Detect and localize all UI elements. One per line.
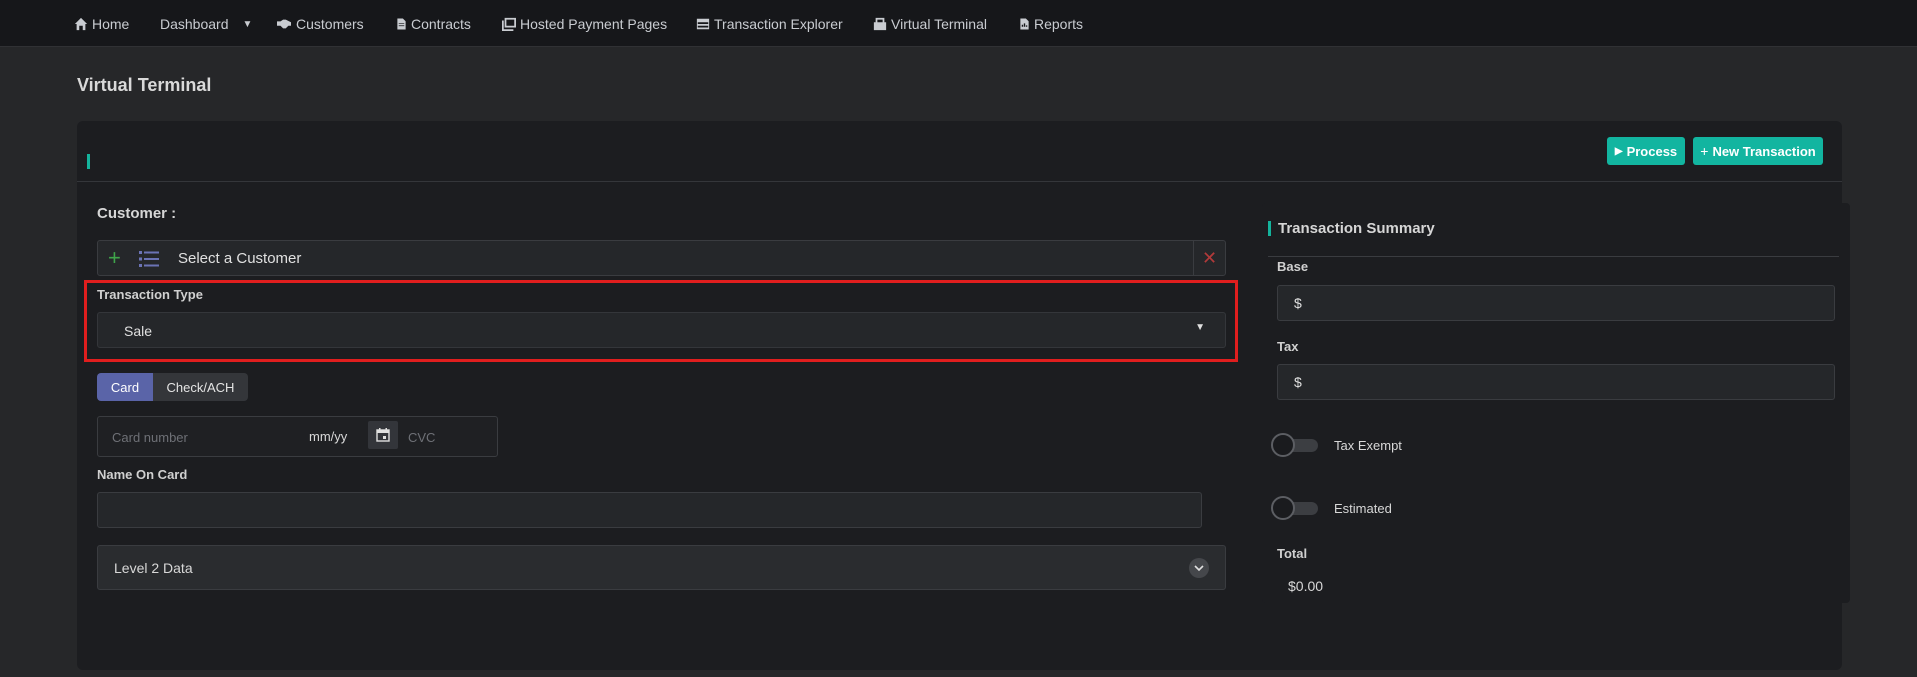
transaction-summary-panel xyxy=(1262,203,1850,603)
nav-home-label: Home xyxy=(92,16,130,32)
tax-label: Tax xyxy=(1277,339,1299,354)
summary-divider xyxy=(1268,256,1839,257)
estimated-label: Estimated xyxy=(1334,501,1392,516)
nav-reports-label: Reports xyxy=(1034,16,1084,32)
customer-label: Customer : xyxy=(97,205,177,222)
pages-icon xyxy=(502,17,516,31)
card-header: ▶ Process + New Transaction xyxy=(77,121,1842,182)
name-on-card-label: Name On Card xyxy=(97,467,188,482)
tax-input[interactable]: $ xyxy=(1277,364,1835,400)
tax-exempt-label: Tax Exempt xyxy=(1334,438,1402,453)
estimated-toggle[interactable] xyxy=(1271,496,1318,520)
process-button-label: Process xyxy=(1626,143,1678,159)
transaction-summary-title: Transaction Summary xyxy=(1278,220,1435,237)
nav-contracts[interactable]: Contracts xyxy=(396,15,471,33)
caret-down-icon: ▼ xyxy=(242,18,253,30)
terminal-icon xyxy=(873,17,887,31)
process-button[interactable]: ▶ Process xyxy=(1607,137,1685,165)
page-title: Virtual Terminal xyxy=(77,75,212,95)
total-label: Total xyxy=(1277,546,1308,561)
chevron-down-icon: ▼ xyxy=(1195,322,1205,333)
nav-reports[interactable]: Reports xyxy=(1019,15,1083,33)
transaction-type-value: Sale xyxy=(124,323,153,339)
tax-currency-prefix: $ xyxy=(1294,374,1302,390)
card-details-input[interactable]: Card number mm/yy CVC xyxy=(97,416,498,457)
base-label: Base xyxy=(1277,259,1309,274)
nav-customers-label: Customers xyxy=(296,16,364,32)
base-input[interactable]: $ xyxy=(1277,285,1835,321)
document-icon xyxy=(397,18,406,30)
play-icon: ▶ xyxy=(1614,145,1623,157)
nav-customers[interactable]: Customers xyxy=(276,15,364,33)
top-navigation: Home Dashboard ▼ Customers Contracts Hos… xyxy=(0,0,1917,47)
summary-accent-bar xyxy=(1268,221,1271,236)
report-icon xyxy=(1020,18,1029,30)
expiry-input[interactable]: mm/yy xyxy=(309,429,347,444)
list-icon[interactable] xyxy=(139,250,159,268)
card-number-input[interactable]: Card number xyxy=(112,430,188,445)
transaction-type-select[interactable]: Sale ▼ xyxy=(97,312,1226,348)
nav-hosted-payment-pages-label: Hosted Payment Pages xyxy=(520,16,668,32)
header-accent-bar xyxy=(87,154,90,169)
nav-virtual-terminal[interactable]: Virtual Terminal xyxy=(873,15,987,33)
nav-transaction-explorer[interactable]: Transaction Explorer xyxy=(696,15,843,33)
tab-card[interactable]: Card xyxy=(97,373,153,401)
chevron-down-icon[interactable] xyxy=(1189,558,1209,578)
base-currency-prefix: $ xyxy=(1294,295,1302,311)
calendar-icon[interactable] xyxy=(368,421,398,449)
customer-select-placeholder: Select a Customer xyxy=(178,250,302,267)
new-transaction-button-label: New Transaction xyxy=(1712,143,1816,159)
transaction-type-label: Transaction Type xyxy=(97,287,203,302)
name-on-card-input[interactable] xyxy=(97,492,1202,528)
nav-contracts-label: Contracts xyxy=(411,16,471,32)
total-value: $0.00 xyxy=(1288,578,1324,594)
toggle-knob xyxy=(1271,433,1295,457)
new-transaction-button[interactable]: + New Transaction xyxy=(1693,137,1823,165)
toggle-knob xyxy=(1271,496,1295,520)
tax-exempt-toggle[interactable] xyxy=(1271,433,1318,457)
tab-check-ach[interactable]: Check/ACH xyxy=(153,373,248,401)
nav-virtual-terminal-label: Virtual Terminal xyxy=(891,16,987,32)
cvc-input[interactable]: CVC xyxy=(408,430,435,445)
handshake-icon xyxy=(277,19,291,29)
level2-data-label: Level 2 Data xyxy=(114,560,193,576)
plus-icon: + xyxy=(1700,143,1709,159)
customer-select[interactable]: + Select a Customer ✕ xyxy=(97,240,1226,276)
nav-dashboard[interactable]: Dashboard ▼ xyxy=(160,15,252,33)
nav-home[interactable]: Home xyxy=(74,15,129,33)
level2-data-accordion[interactable]: Level 2 Data xyxy=(97,545,1226,590)
nav-dashboard-label: Dashboard xyxy=(160,16,229,32)
add-customer-icon[interactable]: + xyxy=(108,245,121,271)
clear-customer-icon[interactable]: ✕ xyxy=(1193,241,1225,275)
home-icon xyxy=(74,17,88,31)
table-icon xyxy=(696,18,710,30)
nav-hosted-payment-pages[interactable]: Hosted Payment Pages xyxy=(502,15,667,33)
nav-transaction-explorer-label: Transaction Explorer xyxy=(714,16,843,32)
